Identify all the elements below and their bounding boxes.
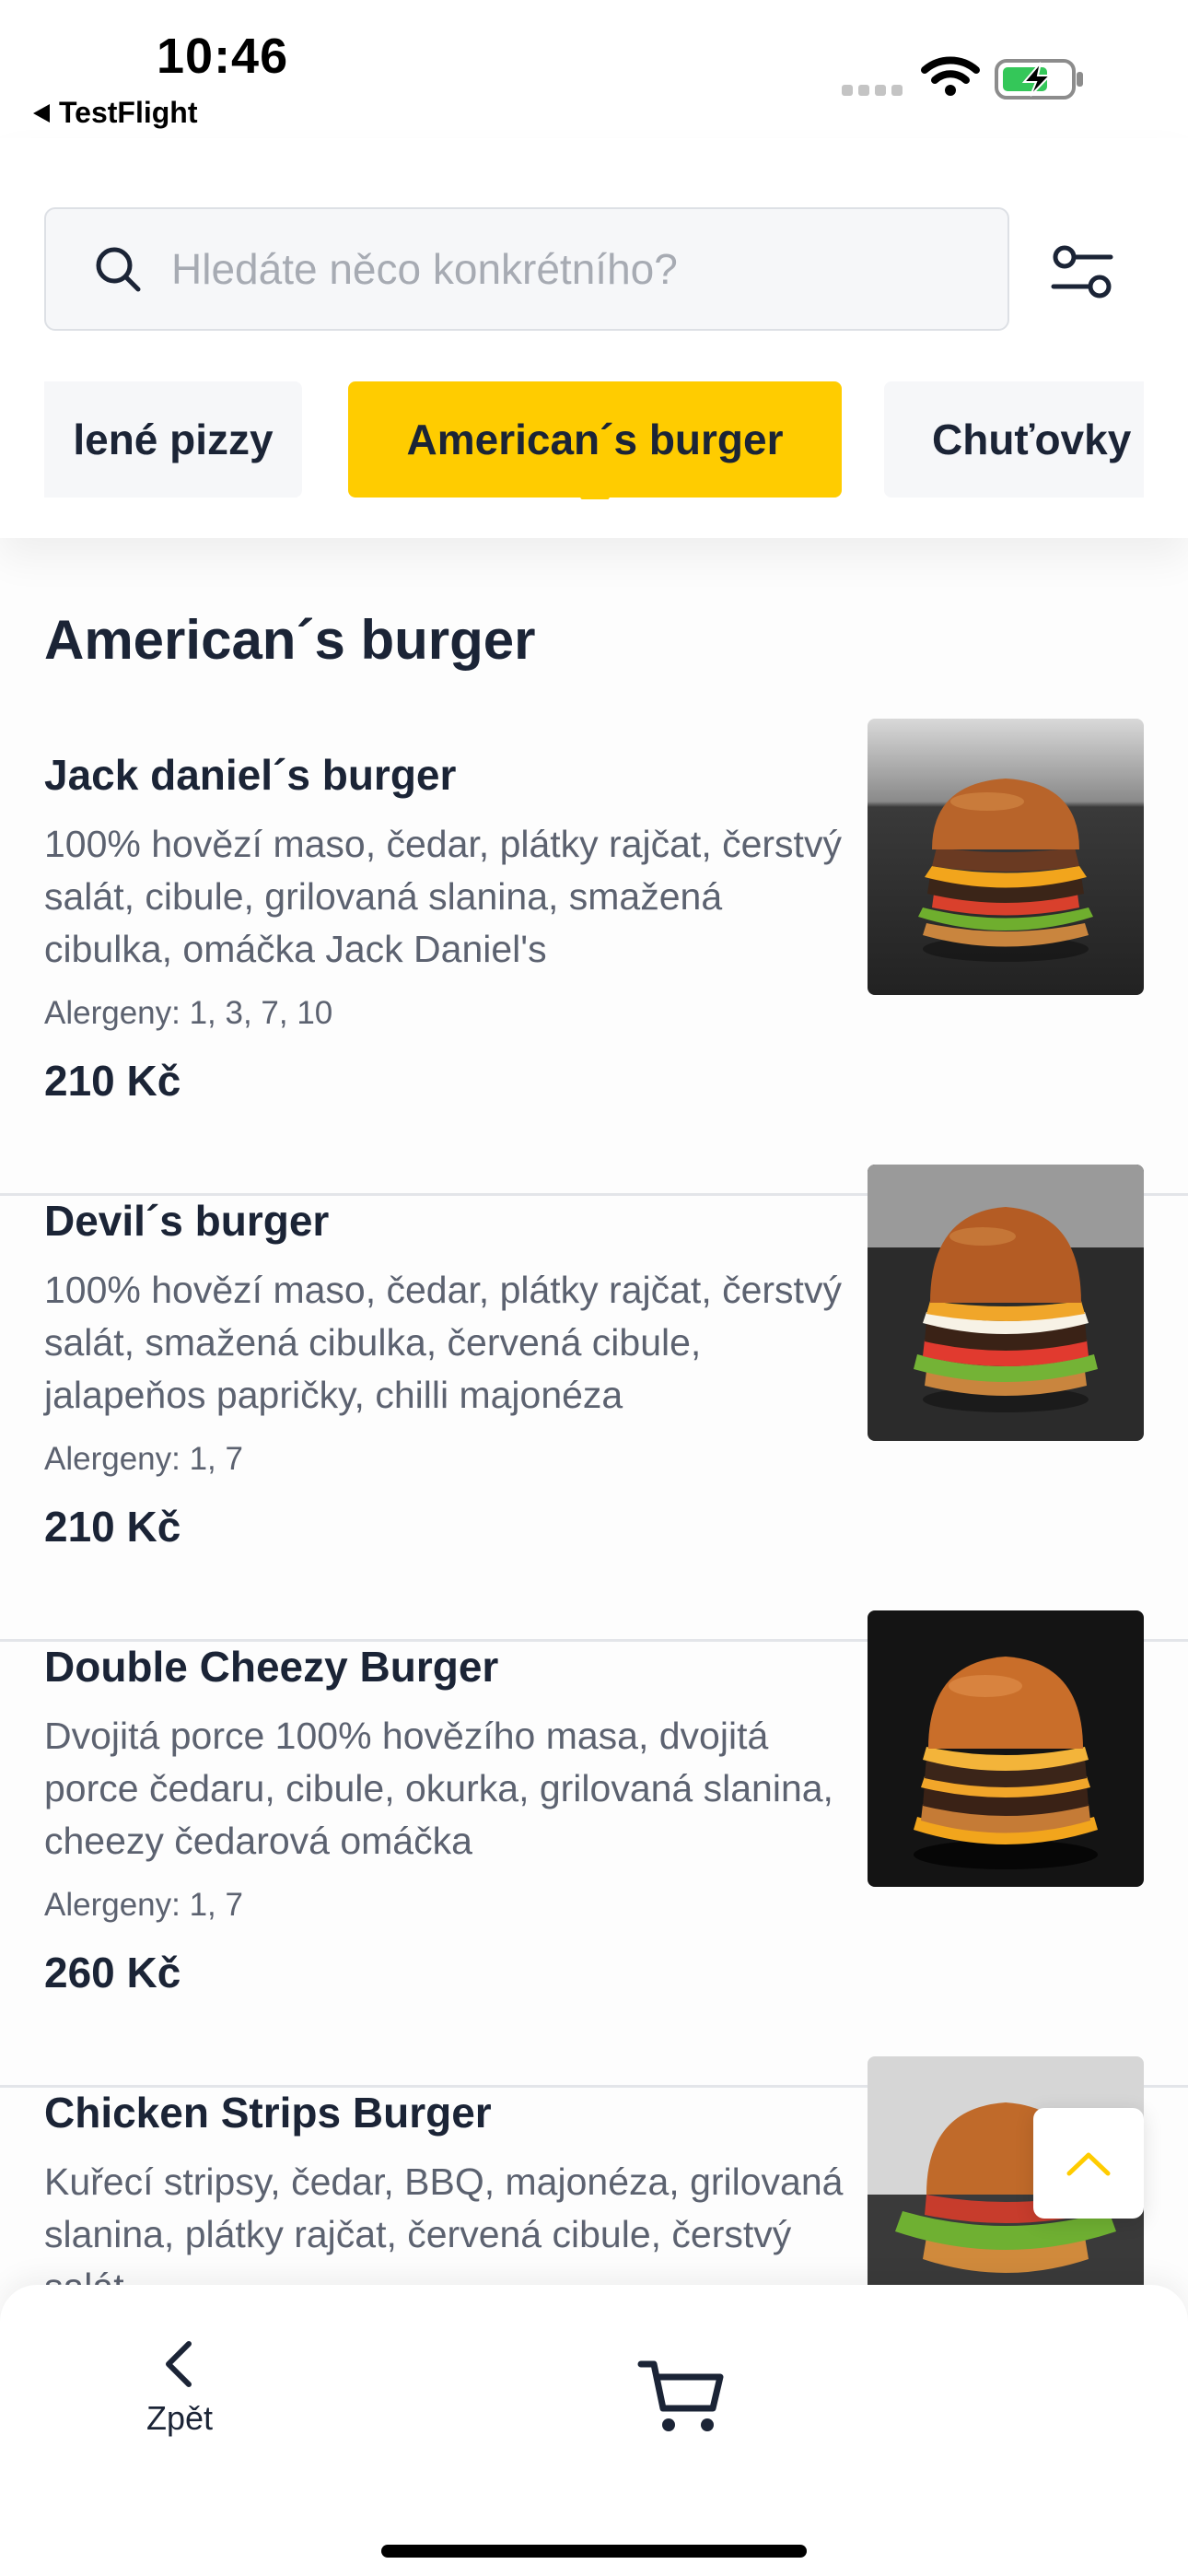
item-image[interactable] bbox=[868, 1610, 1144, 1887]
wifi-icon bbox=[921, 56, 980, 96]
status-bar: 10:46 TestFlight bbox=[0, 0, 1188, 138]
category-tab-pizzy[interactable]: lené pizzy bbox=[44, 381, 302, 498]
menu-item[interactable]: Jack daniel´s burger 100% hovězí maso, č… bbox=[0, 719, 1188, 1196]
back-app-label: TestFlight bbox=[59, 96, 198, 129]
category-tab-americans-burger[interactable]: American´s burger bbox=[348, 381, 842, 499]
item-allergens: Alergeny: 1, 3, 7, 10 bbox=[44, 995, 333, 1031]
item-description: 100% hovězí maso, čedar, plátky rajčat, … bbox=[44, 1269, 842, 1416]
home-indicator bbox=[381, 2545, 807, 2558]
bottom-navigation: Zpět bbox=[0, 2285, 1188, 2576]
search-input[interactable] bbox=[171, 244, 963, 294]
scroll-to-top-button[interactable] bbox=[1033, 2108, 1144, 2219]
item-description: 100% hovězí maso, čedar, plátky rajčat, … bbox=[44, 823, 842, 970]
item-name: Devil´s burger bbox=[44, 1197, 330, 1245]
category-tabs: lené pizzy American´s burger Chuťovky bbox=[44, 381, 1144, 499]
category-tab-chutovky[interactable]: Chuťovky bbox=[884, 381, 1144, 498]
item-price: 260 Kč bbox=[44, 1949, 181, 1996]
item-allergens: Alergeny: 1, 7 bbox=[44, 1441, 243, 1477]
cart-button[interactable] bbox=[635, 2349, 728, 2441]
item-name: Jack daniel´s burger bbox=[44, 751, 457, 799]
item-image[interactable] bbox=[868, 1165, 1144, 1441]
status-time: 10:46 bbox=[157, 29, 289, 84]
menu-item[interactable]: Devil´s burger 100% hovězí maso, čedar, … bbox=[0, 1165, 1188, 1642]
filter-button[interactable] bbox=[1041, 230, 1124, 313]
section-title: American´s burger bbox=[44, 609, 536, 671]
search-box[interactable] bbox=[44, 207, 1009, 331]
back-label: Zpět bbox=[146, 2399, 214, 2437]
search-icon bbox=[96, 247, 141, 292]
item-description: Dvojitá porce 100% hovězího masa, dvojit… bbox=[44, 1715, 833, 1862]
app-screen: 10:46 TestFlight Hledáte něco konkrétníh… bbox=[0, 0, 1188, 2576]
item-name: Double Cheezy Burger bbox=[44, 1643, 499, 1691]
chevron-left-icon bbox=[166, 2341, 192, 2387]
item-price: 210 Kč bbox=[44, 1503, 181, 1551]
back-triangle-icon bbox=[33, 103, 50, 123]
item-allergens: Alergeny: 1, 7 bbox=[44, 1887, 243, 1923]
cart-icon bbox=[637, 2360, 724, 2431]
battery-charging-icon bbox=[995, 59, 1083, 100]
chevron-up-icon bbox=[1066, 2152, 1111, 2176]
back-to-app-link[interactable]: TestFlight bbox=[33, 96, 198, 130]
menu-item[interactable]: Double Cheezy Burger Dvojitá porce 100% … bbox=[0, 1610, 1188, 2088]
item-image[interactable] bbox=[868, 719, 1144, 995]
item-price: 210 Kč bbox=[44, 1057, 181, 1105]
item-name: Chicken Strips Burger bbox=[44, 2089, 492, 2137]
back-button[interactable]: Zpět bbox=[120, 2340, 239, 2451]
cellular-signal-icon bbox=[842, 85, 903, 96]
sliders-icon bbox=[1051, 245, 1113, 299]
header: lené pizzy American´s burger Chuťovky bbox=[0, 138, 1188, 538]
